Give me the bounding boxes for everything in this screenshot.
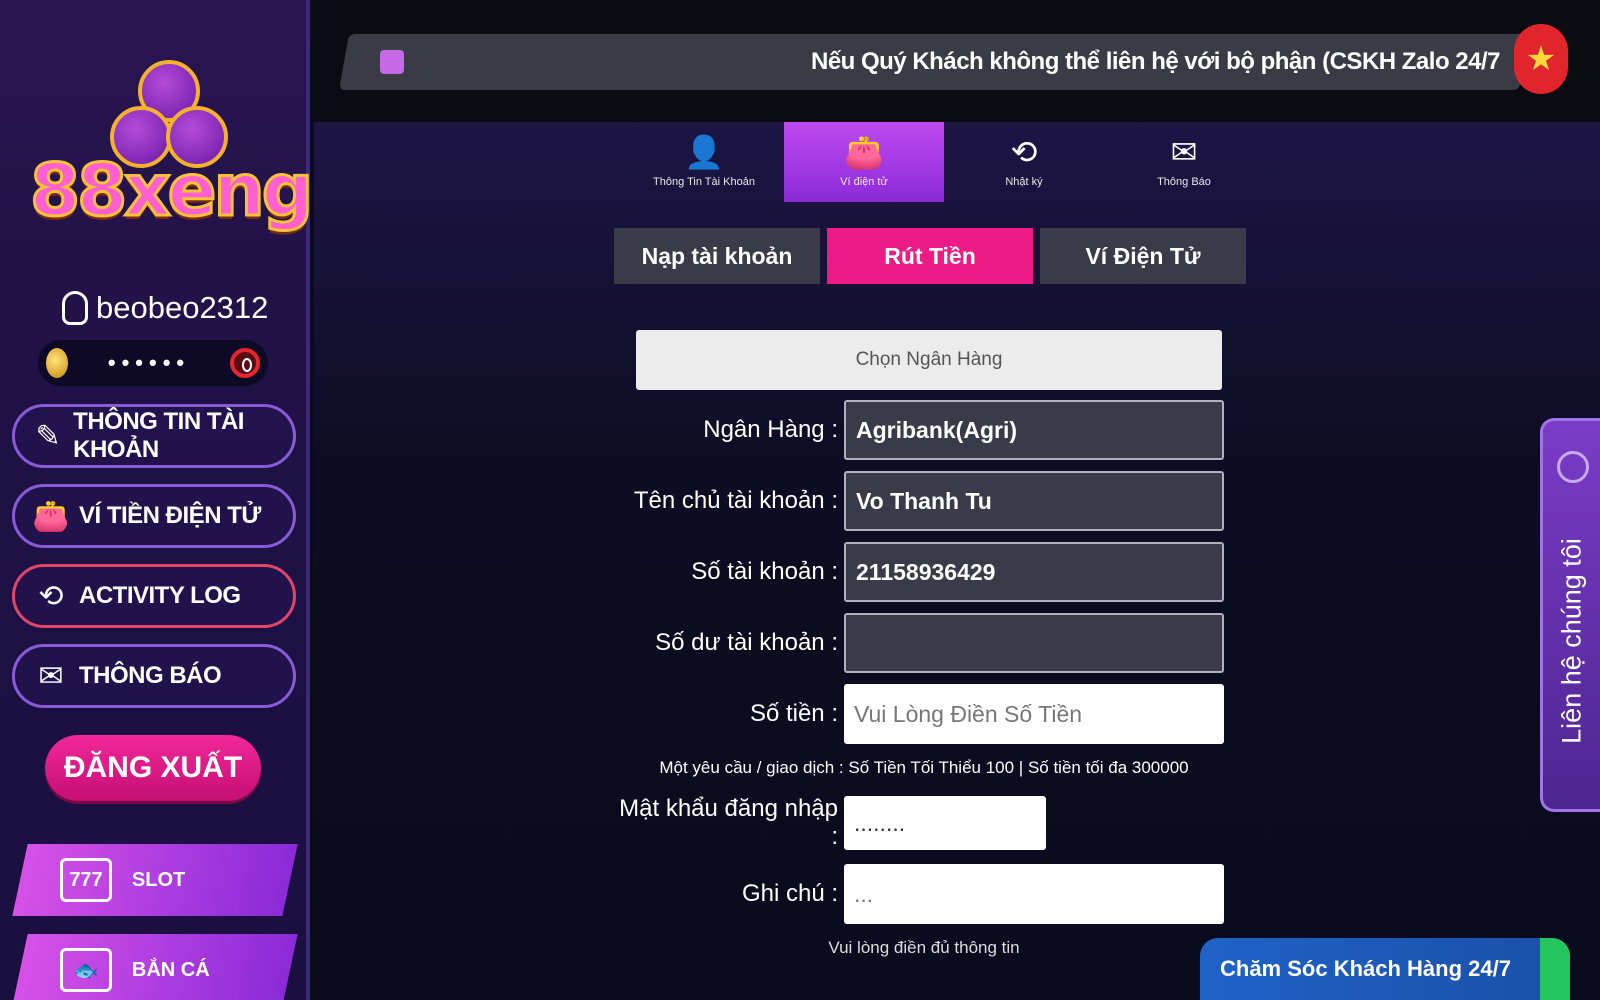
balance-field [844, 613, 1224, 673]
top-bar: Nếu Quý Khách không thể liên hệ với bộ p… [314, 0, 1600, 122]
bank-row: Ngân Hàng : Agribank(Agri) [614, 400, 1224, 460]
tab-label: Thông Tin Tài Khoản [653, 176, 755, 188]
balance-row: Số dư tài khoản : [614, 613, 1224, 673]
history-icon: ⟲ [38, 579, 64, 613]
note-label: Ghi chú : [741, 880, 838, 907]
tab-notifications[interactable]: ✉ Thông Báo [1104, 122, 1264, 202]
mail-icon: ✉ [38, 659, 64, 693]
owner-field: Vo Thanh Tu [844, 471, 1224, 531]
bank-label: Ngân Hàng : [703, 416, 838, 443]
subtab-e-wallet[interactable]: Ví Điện Tử [1040, 228, 1246, 284]
support-chat-button[interactable]: Chăm Sóc Khách Hàng 24/7 [1200, 938, 1570, 1000]
sidebar-item-notifications[interactable]: ✉ THÔNG BÁO [12, 644, 296, 708]
account-number-field: 21158936429 [844, 542, 1224, 602]
tab-label: Ví điện tử [840, 176, 888, 188]
sidebar-item-label: VÍ TIỀN ĐIỆN TỬ [79, 502, 261, 529]
balance-masked: •••••• [107, 350, 191, 375]
wallet-subtabs: Nạp tài khoản Rút Tiền Ví Điện Tử [614, 228, 1246, 284]
slot-777-icon: 777 [60, 858, 112, 902]
owner-label: Tên chủ tài khoản : [633, 487, 838, 514]
wallet-icon: 👛 [32, 499, 70, 533]
marquee-text: Nếu Quý Khách không thể liên hệ với bộ p… [811, 48, 1501, 75]
contact-label: Liên hệ chúng tôi [1556, 538, 1586, 744]
note-row: Ghi chú : ... [614, 864, 1224, 924]
sidebar-item-activity-log[interactable]: ⟲ ACTIVITY LOG [12, 564, 296, 628]
form-footnote: Vui lòng điền đủ thông tin [828, 938, 1020, 957]
balance-label: Số dư tài khoản : [655, 629, 838, 656]
pen-icon: ✎ [35, 419, 61, 453]
game-label: BẮN CÁ [132, 958, 210, 981]
logo-text: 88xeng [29, 147, 315, 234]
tab-label: Nhật ký [1005, 176, 1043, 188]
bank-field: Agribank(Agri) [844, 400, 1224, 460]
limit-note: Một yêu cầu / giao dịch : Số Tiền Tối Th… [659, 758, 1189, 777]
password-field-wrap: ........ [844, 796, 1224, 850]
sidebar-item-e-wallet[interactable]: 👛 VÍ TIỀN ĐIỆN TỬ [12, 484, 296, 548]
tab-e-wallet[interactable]: 👛 Ví điện tử [784, 122, 944, 202]
balance-pill: •••••• [38, 340, 268, 386]
support-label: Chăm Sóc Khách Hàng 24/7 [1220, 956, 1511, 981]
amount-input[interactable]: Vui Lòng Điền Số Tiền [844, 684, 1224, 744]
bank-select[interactable]: Chọn Ngân Hàng [636, 330, 1222, 390]
tab-label: Thông Báo [1157, 176, 1211, 188]
account-tabs: 👤 Thông Tin Tài Khoản 👛 Ví điện tử ⟲ Nhậ… [624, 122, 1264, 202]
subtab-withdraw[interactable]: Rút Tiền [827, 228, 1033, 284]
speaker-icon[interactable] [380, 50, 404, 74]
sidebar-item-label: ACTIVITY LOG [79, 582, 241, 609]
sidebar-item-label: THÔNG TIN TÀI KHOẢN [73, 408, 244, 463]
subtab-deposit[interactable]: Nạp tài khoản [614, 228, 820, 284]
refresh-icon[interactable] [230, 348, 260, 378]
logout-button[interactable]: ĐĂNG XUẤT [45, 735, 261, 801]
coin-icon [46, 348, 68, 378]
vietnam-flag-icon[interactable]: ★ [1514, 24, 1568, 94]
amount-row: Số tiền : Vui Lòng Điền Số Tiền [614, 684, 1224, 744]
brand-logo[interactable]: 88xeng [29, 60, 315, 260]
mail-icon: ✉ [1170, 134, 1198, 170]
password-label: Mật khẩu đăng nhập : [619, 795, 838, 850]
announcement-marquee: Nếu Quý Khách không thể liên hệ với bộ p… [360, 34, 1520, 90]
owner-row: Tên chủ tài khoản : Vo Thanh Tu [614, 471, 1224, 531]
account-label: Số tài khoản : [691, 558, 838, 585]
tab-history[interactable]: ⟲ Nhật ký [944, 122, 1104, 202]
user-icon: 👤 [684, 134, 724, 170]
fish-icon: 🐟 [60, 948, 112, 992]
user-name-row: beobeo2312 [62, 290, 268, 326]
sidebar-item-label: THÔNG BÁO [79, 662, 222, 689]
amount-label: Số tiền : [749, 700, 838, 727]
game-fishing-button[interactable]: 🐟 BẮN CÁ [12, 934, 298, 1000]
main-panel: 👤 Thông Tin Tài Khoản 👛 Ví điện tử ⟲ Nhậ… [314, 122, 1600, 1000]
headset-icon [1557, 451, 1589, 483]
password-row: Mật khẩu đăng nhập : ........ [614, 795, 1224, 850]
game-label: SLOT [132, 868, 186, 891]
password-input[interactable]: ........ [844, 796, 1046, 850]
game-slot-button[interactable]: 777 SLOT [12, 844, 298, 916]
support-status-bar [1540, 938, 1570, 1000]
sidebar-item-account-info[interactable]: ✎ THÔNG TIN TÀI KHOẢN [12, 404, 296, 468]
wallet-icon: 👛 [844, 134, 884, 170]
sidebar: 88xeng beobeo2312 •••••• ✎ THÔNG TIN TÀI… [0, 0, 315, 1000]
user-icon [62, 291, 88, 325]
contact-us-tab[interactable]: Liên hệ chúng tôi [1540, 418, 1600, 812]
history-icon: ⟲ [1010, 134, 1038, 170]
note-input[interactable]: ... [844, 864, 1224, 924]
username: beobeo2312 [96, 290, 269, 325]
account-row: Số tài khoản : 21158936429 [614, 542, 1224, 602]
tab-account-info[interactable]: 👤 Thông Tin Tài Khoản [624, 122, 784, 202]
